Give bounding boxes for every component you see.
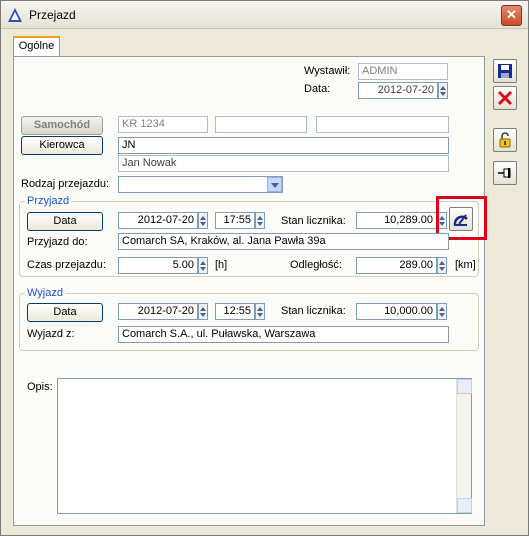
description-scrollbar[interactable] xyxy=(456,379,472,513)
close-icon: ✕ xyxy=(506,7,517,22)
date-label: Data: xyxy=(304,83,331,95)
issued-by-label: Wystawił: xyxy=(304,65,351,77)
driver-code-field[interactable]: JN xyxy=(118,137,449,154)
distance-unit: [km] xyxy=(455,259,476,271)
document-date-field[interactable]: 2012-07-20 xyxy=(358,82,438,99)
departure-odometer-label: Stan licznika: xyxy=(281,305,346,317)
description-textarea[interactable] xyxy=(57,378,472,514)
description-label: Opis: xyxy=(27,381,53,393)
window-title: Przejazd xyxy=(29,8,76,22)
departure-time-spinner[interactable] xyxy=(255,303,265,320)
unlock-button[interactable] xyxy=(493,128,517,152)
departure-from-label: Wyjazd z: xyxy=(27,328,75,340)
app-icon xyxy=(8,8,22,22)
duration-field[interactable]: 5.00 xyxy=(118,257,198,274)
trip-type-label: Rodzaj przejazdu: xyxy=(21,178,110,190)
distance-label: Odległość: xyxy=(290,259,342,271)
distance-spinner[interactable] xyxy=(437,257,447,274)
arrival-group-title: Przyjazd xyxy=(25,195,72,207)
duration-spinner[interactable] xyxy=(198,257,208,274)
tab-general[interactable]: Ogólne xyxy=(13,36,60,57)
distance-field[interactable]: 289.00 xyxy=(356,257,437,274)
dialog-window: Przejazd ✕ Ogólne Wystawił: ADMIN Data: … xyxy=(0,0,529,536)
arrival-date-spinner[interactable] xyxy=(198,212,208,229)
departure-group-title: Wyjazd xyxy=(25,287,65,299)
trip-type-select[interactable] xyxy=(118,176,283,193)
arrival-to-label: Przyjazd do: xyxy=(27,236,88,248)
scroll-up-icon[interactable] xyxy=(457,379,472,394)
departure-date-field[interactable]: 2012-07-20 xyxy=(118,303,198,320)
pin-button[interactable] xyxy=(493,161,517,185)
car-field[interactable]: KR 1234 xyxy=(118,116,208,133)
arrival-time-spinner[interactable] xyxy=(255,212,265,229)
pin-icon xyxy=(498,168,511,178)
scroll-down-icon[interactable] xyxy=(457,498,472,513)
padlock-icon xyxy=(499,132,511,148)
cancel-button[interactable] xyxy=(493,86,517,110)
departure-odometer-spinner[interactable] xyxy=(437,303,447,320)
car-extra-field-2[interactable] xyxy=(316,116,449,133)
departure-odometer-field[interactable]: 10,000.00 xyxy=(356,303,437,320)
departure-date-button[interactable]: Data xyxy=(27,303,103,322)
driver-name-field: Jan Nowak xyxy=(118,155,449,172)
arrival-time-field[interactable]: 17:55 xyxy=(215,212,255,229)
arrival-date-field[interactable]: 2012-07-20 xyxy=(118,212,198,229)
departure-date-spinner[interactable] xyxy=(198,303,208,320)
issued-by-field: ADMIN xyxy=(358,63,448,80)
car-button[interactable]: Samochód xyxy=(21,116,103,135)
arrival-date-button[interactable]: Data xyxy=(27,212,103,231)
save-button[interactable] xyxy=(493,59,517,83)
car-extra-field-1[interactable] xyxy=(215,116,307,133)
title-bar: Przejazd ✕ xyxy=(1,1,528,29)
document-date-spinner[interactable] xyxy=(438,82,448,99)
close-button[interactable]: ✕ xyxy=(501,5,522,26)
duration-label: Czas przejazdu: xyxy=(27,259,106,271)
driver-button[interactable]: Kierowca xyxy=(21,136,103,155)
arrival-to-field[interactable]: Comarch SA, Kraków, al. Jana Pawła 39a xyxy=(118,233,449,250)
departure-time-field[interactable]: 12:55 xyxy=(215,303,255,320)
close-icon xyxy=(497,90,513,106)
arrival-odometer-label: Stan licznika: xyxy=(281,215,346,227)
chevron-down-icon[interactable] xyxy=(267,177,282,192)
arrival-odometer-field[interactable]: 10,289.00 xyxy=(356,212,437,229)
departure-from-field[interactable]: Comarch S.A., ul. Puławska, Warszawa xyxy=(118,326,449,343)
save-icon xyxy=(498,64,512,78)
duration-unit: [h] xyxy=(215,259,228,271)
